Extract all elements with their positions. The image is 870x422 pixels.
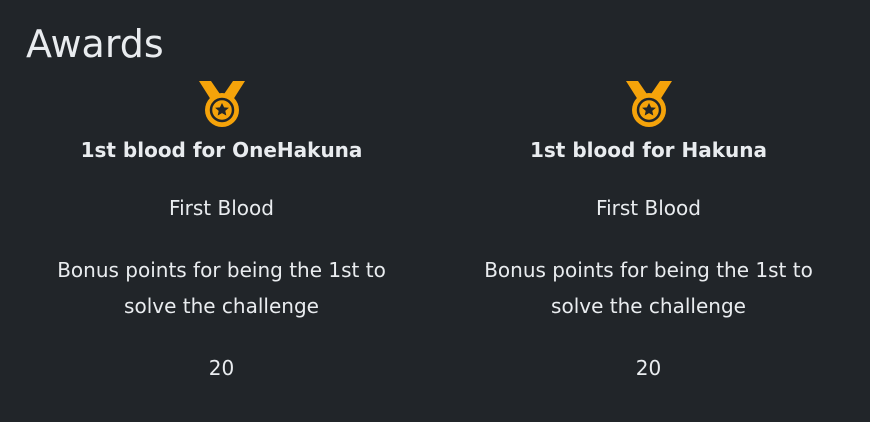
page-title: Awards bbox=[26, 22, 164, 66]
award-value: 20 bbox=[635, 356, 662, 380]
award-category: First Blood bbox=[596, 196, 701, 220]
award-name: 1st blood for Hakuna bbox=[529, 138, 768, 162]
award-category: First Blood bbox=[169, 196, 274, 220]
medal-icon bbox=[625, 81, 672, 127]
award-value: 20 bbox=[208, 356, 235, 380]
award-description: Bonus points for being the 1st to solve … bbox=[57, 258, 386, 318]
medal-icon bbox=[198, 81, 245, 127]
award-card: 1st blood for OneHakuna First Blood Bonu… bbox=[8, 78, 435, 382]
award-description: Bonus points for being the 1st to solve … bbox=[484, 258, 813, 318]
awards-list: 1st blood for OneHakuna First Blood Bonu… bbox=[8, 78, 862, 382]
award-name: 1st blood for OneHakuna bbox=[80, 138, 363, 162]
award-card: 1st blood for Hakuna First Blood Bonus p… bbox=[435, 78, 862, 382]
